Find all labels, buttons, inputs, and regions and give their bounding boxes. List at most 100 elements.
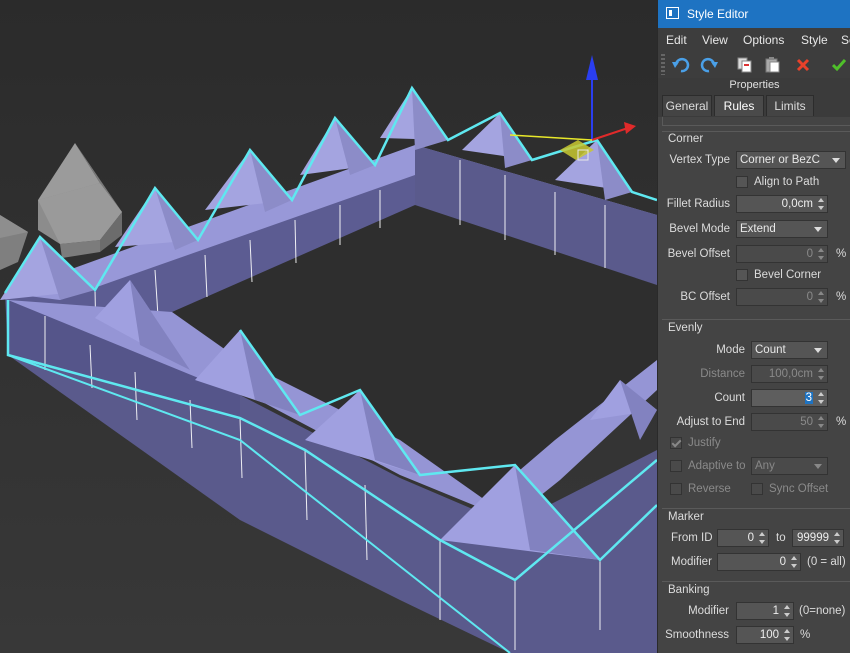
spinner-up-icon[interactable] — [818, 198, 824, 202]
menu-view[interactable]: View — [702, 33, 728, 47]
count-spinner[interactable]: 3 — [751, 389, 828, 407]
evenly-section: Evenly Mode Count Distance 100,0cm Count… — [662, 319, 850, 505]
menu-style[interactable]: Style — [801, 33, 828, 47]
menu-bar: Edit View Options Style Se — [658, 28, 850, 51]
corner-section: Corner Vertex Type Corner or BezC Align … — [662, 131, 850, 315]
paste-button[interactable] — [762, 54, 784, 76]
from-id-spinner[interactable]: 0 — [717, 529, 769, 547]
reverse-checkbox[interactable] — [670, 483, 682, 495]
marker-title: Marker — [668, 511, 704, 523]
bevel-corner-checkbox[interactable] — [736, 269, 748, 281]
bevel-corner-label: Bevel Corner — [754, 269, 822, 281]
spinner-up-icon[interactable] — [834, 532, 840, 536]
window-icon — [666, 7, 679, 19]
toolbar — [658, 51, 850, 78]
vertex-type-label: Vertex Type — [669, 154, 730, 166]
undo-icon — [672, 57, 690, 73]
viewport-scene[interactable] — [0, 0, 657, 653]
mode-select[interactable]: Count — [751, 341, 828, 359]
vertex-type-value: Corner or BezC — [740, 154, 820, 166]
copy-button[interactable] — [734, 54, 756, 76]
chevron-down-icon — [814, 348, 822, 353]
tab-general[interactable]: General — [662, 95, 712, 116]
bevel-mode-select[interactable]: Extend — [736, 220, 828, 238]
marker-modifier-label: Modifier — [671, 556, 712, 568]
delete-button[interactable] — [792, 54, 814, 76]
spinner-up-icon[interactable] — [759, 532, 765, 536]
style-editor-panel: Style Editor Edit View Options Style Se — [657, 0, 850, 653]
mode-value: Count — [755, 344, 786, 356]
banking-modifier-label: Modifier — [688, 605, 729, 617]
chevron-down-icon — [814, 227, 822, 232]
viewport[interactable] — [0, 0, 657, 653]
spinner-up-icon[interactable] — [818, 416, 824, 420]
banking-modifier-hint: (0=none) — [799, 605, 846, 617]
adjust-to-end-spinner[interactable]: 50 — [751, 413, 828, 431]
title-bar[interactable]: Style Editor — [658, 0, 850, 28]
align-to-path-checkbox[interactable] — [736, 176, 748, 188]
adjust-to-end-value: 50 — [800, 416, 813, 428]
menu-edit[interactable]: Edit — [666, 33, 687, 47]
distance-spinner[interactable]: 100,0cm — [751, 365, 828, 383]
spinner-down-icon[interactable] — [818, 400, 824, 404]
spinner-up-icon[interactable] — [791, 556, 797, 560]
distance-label: Distance — [700, 368, 745, 380]
spinner-up-icon[interactable] — [818, 291, 824, 295]
fillet-radius-label: Fillet Radius — [666, 198, 730, 210]
spinner-down-icon[interactable] — [784, 613, 790, 617]
undo-button[interactable] — [670, 54, 692, 76]
spinner-up-icon[interactable] — [784, 605, 790, 609]
menu-options[interactable]: Options — [743, 33, 784, 47]
to-id-spinner[interactable]: 99999 — [792, 529, 844, 547]
spinner-down-icon[interactable] — [818, 256, 824, 260]
spinner-up-icon[interactable] — [818, 248, 824, 252]
tab-rules[interactable]: Rules — [714, 95, 764, 116]
vertex-type-select[interactable]: Corner or BezC — [736, 151, 846, 169]
bevel-mode-value: Extend — [740, 223, 776, 235]
redo-button[interactable] — [698, 54, 720, 76]
sync-offset-checkbox[interactable] — [751, 483, 763, 495]
chevron-down-icon — [814, 464, 822, 469]
spinner-down-icon[interactable] — [834, 540, 840, 544]
align-to-path-label: Align to Path — [754, 176, 820, 188]
marker-modifier-spinner[interactable]: 0 — [717, 553, 801, 571]
delete-icon — [796, 58, 810, 72]
distance-value: 100,0cm — [768, 368, 813, 380]
spinner-down-icon[interactable] — [759, 540, 765, 544]
adaptive-to-checkbox[interactable] — [670, 460, 682, 472]
redo-icon — [700, 57, 718, 73]
tab-limits[interactable]: Limits — [766, 95, 814, 116]
smoothness-label: Smoothness — [665, 629, 729, 641]
apply-button[interactable] — [828, 54, 850, 76]
bc-offset-spinner[interactable]: 0 — [736, 288, 828, 306]
adjust-to-end-unit: % — [836, 416, 847, 428]
smoothness-spinner[interactable]: 100 — [736, 626, 794, 644]
tab-bar: General Rules Limits — [658, 93, 850, 117]
count-label: Count — [714, 392, 745, 404]
count-value: 3 — [804, 392, 813, 404]
adaptive-to-value: Any — [755, 460, 775, 472]
evenly-title: Evenly — [668, 322, 703, 334]
spinner-down-icon[interactable] — [818, 376, 824, 380]
adaptive-to-select[interactable]: Any — [751, 457, 828, 475]
paste-icon — [765, 57, 780, 73]
bevel-offset-unit: % — [836, 248, 847, 260]
banking-modifier-spinner[interactable]: 1 — [736, 602, 794, 620]
spinner-up-icon[interactable] — [784, 629, 790, 633]
bc-offset-unit: % — [836, 291, 847, 303]
fillet-radius-value: 0,0cm — [781, 198, 813, 210]
fillet-radius-spinner[interactable]: 0,0cm — [736, 195, 828, 213]
spinner-down-icon[interactable] — [818, 206, 824, 210]
justify-checkbox[interactable] — [670, 437, 682, 449]
spinner-up-icon[interactable] — [818, 368, 824, 372]
spinner-down-icon[interactable] — [818, 299, 824, 303]
spinner-down-icon[interactable] — [791, 564, 797, 568]
toolbar-grip[interactable] — [661, 54, 665, 75]
menu-se[interactable]: Se — [841, 33, 850, 47]
bevel-offset-spinner[interactable]: 0 — [736, 245, 828, 263]
spinner-down-icon[interactable] — [818, 424, 824, 428]
bevel-offset-value: 0 — [806, 248, 813, 260]
spinner-down-icon[interactable] — [784, 637, 790, 641]
bc-offset-label: BC Offset — [680, 291, 730, 303]
spinner-up-icon[interactable] — [818, 392, 824, 396]
